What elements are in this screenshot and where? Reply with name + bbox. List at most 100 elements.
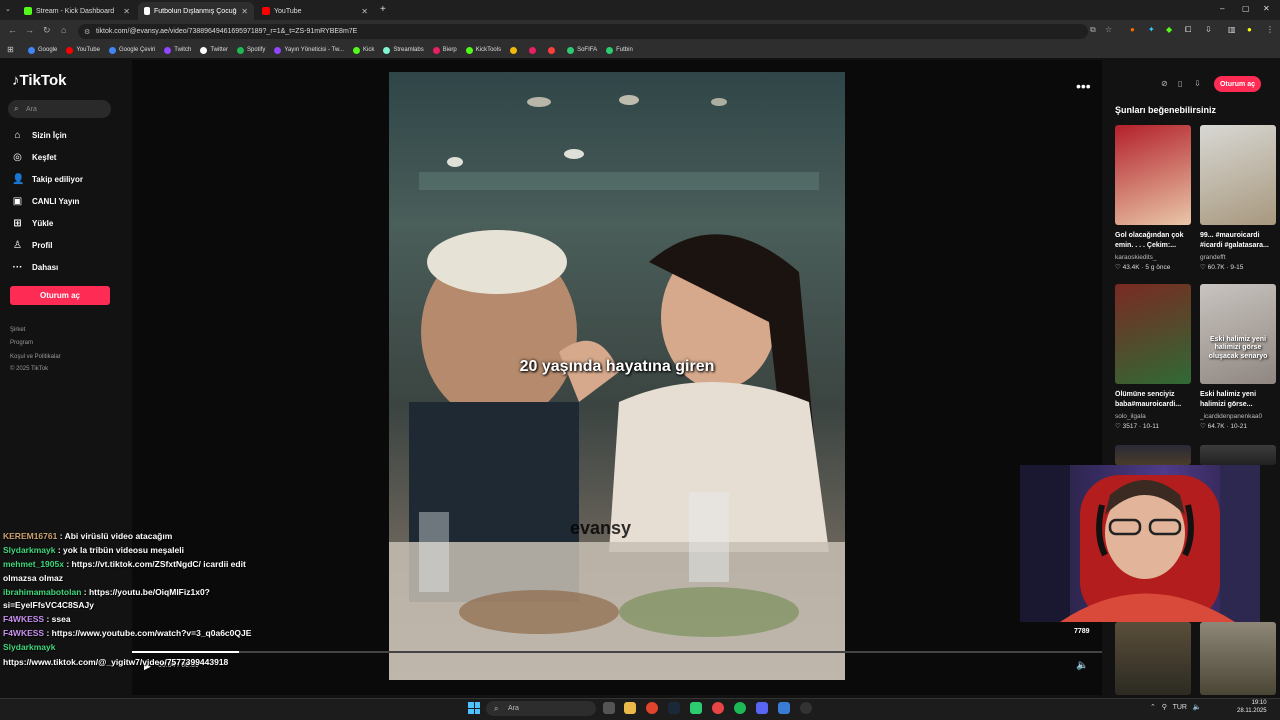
download-icon[interactable]: ⇩ <box>1205 25 1212 34</box>
sidebar-item[interactable]: ◎ Keşfet <box>12 152 56 163</box>
url-field[interactable]: ⚙ tiktok.com/@evansy.ae/video/7388964946… <box>78 24 1088 39</box>
header-login-button[interactable]: Oturum aç <box>1214 76 1261 92</box>
bookmark-item[interactable]: Streamlabs <box>383 46 424 54</box>
suggestion-thumb-partial[interactable] <box>1115 445 1191 465</box>
extension-icon[interactable]: ◆ <box>1166 25 1172 34</box>
suggestion-author[interactable]: _icardidenpanenkaa0 <box>1200 413 1276 420</box>
bookmark-item[interactable] <box>548 46 558 54</box>
profile-avatar-icon[interactable]: ● <box>1247 25 1252 34</box>
suggestion-thumb-partial[interactable] <box>1200 445 1276 465</box>
suggestion-thumb-partial[interactable] <box>1200 622 1276 695</box>
video-frame[interactable] <box>389 72 845 680</box>
forward-icon[interactable]: → <box>25 25 34 35</box>
speaker-icon[interactable]: 🔈 <box>1193 704 1202 711</box>
bookmark-item[interactable] <box>529 46 539 54</box>
sidebar-item[interactable]: ⌂ Sizin İçin <box>12 130 66 141</box>
bookmark-item[interactable]: Google Çeviri <box>108 46 155 54</box>
suggestion-thumbnail[interactable]: Eski halimiz yeni halimizi görse oluşaca… <box>1200 284 1276 384</box>
footer-link-program[interactable]: Program <box>10 340 33 346</box>
extension-icon[interactable]: ● <box>1130 25 1135 34</box>
language-indicator[interactable]: TUR <box>1173 704 1187 711</box>
sidebar-item[interactable]: ··· Dahası <box>12 262 59 273</box>
chat-username[interactable]: F4WKESS <box>3 614 44 624</box>
menu-kebab-icon[interactable]: ⋮ <box>1266 25 1274 34</box>
chat-username[interactable]: KEREM16761 <box>3 531 57 541</box>
download-app-icon[interactable]: ⇩ <box>1194 79 1201 88</box>
back-icon[interactable]: ← <box>8 25 17 35</box>
bookmark-item[interactable]: SoFIFA <box>567 46 597 54</box>
sidebar-item[interactable]: ♙ Profil <box>12 240 52 251</box>
taskbar-clock[interactable]: 19:10 28.11.2025 <box>1237 700 1267 716</box>
tab-kick-dashboard[interactable]: Stream - Kick Dashboard ✕ <box>18 2 136 20</box>
bookmark-star-icon[interactable]: ☆ <box>1105 25 1112 34</box>
bookmark-item[interactable]: Kick <box>353 46 374 54</box>
extension-icon[interactable]: ✦ <box>1148 25 1155 34</box>
suggestion-thumb-partial[interactable] <box>1115 622 1191 695</box>
suggestion-title[interactable]: 99... #mauroicardi #icardi #galatasara..… <box>1200 231 1276 252</box>
reload-icon[interactable]: ↻ <box>43 25 51 36</box>
chat-username[interactable]: Slydarkmayk <box>3 545 55 555</box>
steam-icon[interactable] <box>668 702 680 714</box>
tab-youtube[interactable]: YouTube ✕ <box>256 2 374 20</box>
more-options-icon[interactable]: ••• <box>1076 78 1091 94</box>
site-info-icon[interactable]: ⚙ <box>84 28 90 36</box>
chrome-icon[interactable] <box>646 702 658 714</box>
suggestion-thumbnail[interactable] <box>1200 125 1276 225</box>
minimize-button[interactable]: – <box>1220 4 1224 13</box>
bookmark-item[interactable] <box>510 46 520 54</box>
bookmark-item[interactable]: Spotify <box>236 46 265 54</box>
suggestion-author[interactable]: karaoskiedits_ <box>1115 254 1191 261</box>
close-icon[interactable]: ✕ <box>123 7 130 16</box>
close-icon[interactable]: ✕ <box>241 7 248 16</box>
close-window-button[interactable]: ✕ <box>1263 4 1270 13</box>
task-view-icon[interactable] <box>603 702 615 714</box>
discord-icon[interactable] <box>756 702 768 714</box>
coin-icon[interactable]: ⊘ <box>1161 79 1168 88</box>
tab-search-button[interactable]: ⌄ <box>5 5 11 13</box>
suggestion-card[interactable]: 99... #mauroicardi #icardi #galatasara..… <box>1200 125 1276 271</box>
tab-tiktok[interactable]: Futbolun Dışlanmış Çocuğu M... ✕ <box>138 2 254 20</box>
tiktok-logo[interactable]: ♪TikTok <box>12 72 66 89</box>
file-explorer-icon[interactable] <box>624 702 636 714</box>
chat-username[interactable]: ibrahimamabotolan <box>3 587 81 597</box>
spotify-icon[interactable] <box>734 702 746 714</box>
bookmark-item[interactable]: KickTools <box>465 46 501 54</box>
install-app-icon[interactable]: ⧉ <box>1090 25 1096 35</box>
volume-icon[interactable]: 🔈 <box>1076 660 1088 671</box>
bookmark-item[interactable]: Futbin <box>606 46 633 54</box>
chat-username[interactable]: F4WKESS <box>3 628 44 638</box>
new-tab-button[interactable]: + <box>380 4 386 15</box>
footer-link-terms[interactable]: Koşul ve Politikalar <box>10 354 61 360</box>
obs-icon[interactable] <box>800 702 812 714</box>
close-icon[interactable]: ✕ <box>361 7 368 16</box>
login-button[interactable]: Oturum aç <box>10 286 110 305</box>
suggestion-card[interactable]: Eski halimiz yeni halimizi görse oluşaca… <box>1200 284 1276 430</box>
suggestion-thumbnail[interactable] <box>1115 284 1191 384</box>
bookmark-item[interactable]: Yayın Yöneticisi - Tw... <box>274 46 344 54</box>
search-input[interactable]: ⌕ Ara <box>8 100 111 118</box>
bookmark-item[interactable]: YouTube <box>66 46 100 54</box>
suggestion-title[interactable]: Eski halimiz yeni halimizi görse... <box>1200 390 1276 411</box>
bookmark-item[interactable]: Twitch <box>164 46 191 54</box>
chevron-up-icon[interactable]: ⌃ <box>1150 704 1156 711</box>
app-icon[interactable] <box>712 702 724 714</box>
bookmark-item[interactable]: Bierp <box>432 46 457 54</box>
xbox-icon[interactable] <box>690 702 702 714</box>
chat-username[interactable]: mehmet_1905x <box>3 559 64 569</box>
sidebar-item[interactable]: ▣ CANLI Yayın <box>12 196 80 207</box>
suggestion-card[interactable]: Ölümüne senciyiz baba#mauroicardi... solo… <box>1115 284 1191 430</box>
bookmark-item[interactable]: Google <box>28 46 57 54</box>
system-tray[interactable]: ⌃ ⚲ TUR 🔈 <box>1150 703 1202 711</box>
suggestion-title[interactable]: Ölümüne senciyiz baba#mauroicardi... <box>1115 390 1191 411</box>
apps-grid-icon[interactable]: ⊞ <box>7 45 14 54</box>
split-view-icon[interactable]: ▥ <box>1228 25 1236 34</box>
suggestion-thumbnail[interactable] <box>1115 125 1191 225</box>
extensions-puzzle-icon[interactable]: ⧠ <box>1185 25 1191 35</box>
taskbar-search[interactable]: ⌕ Ara <box>486 701 596 716</box>
suggestion-author[interactable]: grandefft <box>1200 254 1276 261</box>
usb-icon[interactable]: ⚲ <box>1162 704 1167 711</box>
bookmark-item[interactable]: Twitter <box>200 46 228 54</box>
suggestion-card[interactable]: Gol olacağından çok emin. . . . Çekim:..… <box>1115 125 1191 271</box>
start-icon[interactable] <box>468 702 480 714</box>
suggestion-title[interactable]: Gol olacağından çok emin. . . . Çekim:..… <box>1115 231 1191 252</box>
